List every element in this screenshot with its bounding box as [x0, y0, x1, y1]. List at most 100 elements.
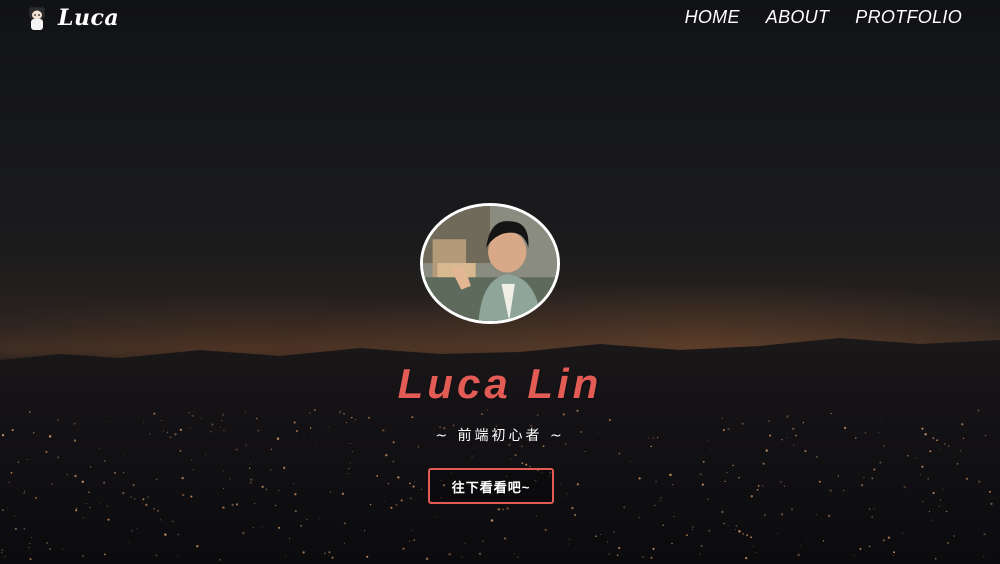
city-light — [830, 412, 832, 415]
city-light — [490, 519, 494, 522]
city-light — [797, 553, 800, 557]
city-light — [638, 516, 640, 519]
city-light — [806, 538, 808, 540]
city-light — [732, 464, 734, 467]
city-light — [502, 508, 505, 511]
city-light — [892, 554, 895, 556]
city-light — [376, 475, 379, 477]
brand-name: Luca — [58, 5, 120, 31]
city-light — [525, 463, 528, 466]
city-light — [29, 542, 31, 545]
city-light — [98, 502, 100, 504]
city-light — [155, 554, 158, 557]
city-light — [235, 448, 238, 451]
city-light — [535, 515, 537, 517]
city-light — [29, 557, 32, 561]
city-light — [735, 528, 737, 530]
city-light — [576, 483, 580, 486]
city-light — [171, 520, 174, 523]
city-light — [402, 547, 405, 550]
city-light — [355, 418, 357, 421]
city-light — [977, 409, 980, 412]
city-light — [131, 530, 133, 532]
city-light — [249, 463, 252, 465]
city-light — [366, 555, 369, 558]
city-light — [879, 461, 882, 464]
city-light — [940, 499, 942, 501]
city-light — [608, 553, 610, 555]
city-light — [860, 484, 864, 487]
city-light — [62, 548, 64, 550]
city-light — [754, 446, 755, 448]
city-light — [650, 556, 653, 559]
city-light — [762, 485, 764, 487]
city-light — [192, 468, 195, 471]
city-light — [89, 466, 92, 468]
city-light — [726, 471, 728, 474]
nav-portfolio-link[interactable]: PROTFOLIO — [855, 7, 962, 28]
city-light — [816, 514, 818, 516]
city-light — [385, 453, 388, 457]
city-light — [27, 459, 28, 461]
city-light — [786, 415, 789, 418]
city-light — [319, 518, 321, 520]
city-light — [873, 468, 876, 471]
city-light — [270, 448, 272, 450]
city-light — [448, 552, 451, 556]
city-light — [98, 447, 100, 449]
city-light — [616, 554, 619, 557]
city-light — [351, 416, 353, 419]
city-light — [902, 532, 904, 534]
city-light — [14, 527, 17, 531]
city-light — [278, 526, 281, 529]
nav-about-link[interactable]: ABOUT — [766, 7, 830, 28]
city-light — [190, 459, 192, 461]
city-light — [82, 516, 84, 518]
city-light — [945, 510, 948, 513]
city-light — [75, 507, 78, 510]
city-light — [752, 545, 754, 547]
city-light — [221, 413, 225, 416]
city-light — [417, 446, 420, 448]
city-light — [253, 502, 256, 505]
city-light — [536, 414, 539, 417]
city-light — [300, 524, 303, 527]
city-light — [953, 535, 955, 537]
city-light — [252, 526, 254, 528]
city-light — [347, 473, 349, 474]
city-light — [871, 477, 874, 480]
city-light — [269, 468, 272, 471]
city-light — [130, 496, 132, 498]
city-light — [568, 538, 571, 540]
city-light — [903, 485, 907, 489]
city-light — [289, 538, 290, 540]
scroll-down-button[interactable]: 往下看看吧~ — [428, 468, 554, 504]
city-light — [783, 485, 785, 487]
city-light — [956, 463, 959, 465]
logo-link[interactable]: Luca — [24, 4, 119, 32]
city-light — [436, 516, 438, 518]
city-light — [654, 504, 656, 507]
city-light — [710, 448, 712, 450]
city-light — [223, 487, 224, 489]
city-light — [179, 449, 182, 453]
city-light — [724, 480, 726, 483]
city-light — [863, 476, 865, 479]
city-light — [915, 457, 917, 459]
city-light — [868, 508, 871, 510]
city-light — [947, 542, 949, 544]
city-light — [164, 533, 167, 536]
nav-home-link[interactable]: HOME — [685, 7, 740, 28]
city-light — [938, 448, 940, 450]
city-light — [669, 473, 672, 477]
city-light — [88, 506, 91, 509]
city-light — [576, 409, 579, 412]
city-light — [368, 416, 370, 419]
city-light — [671, 483, 674, 486]
city-light — [804, 449, 807, 453]
city-light — [324, 552, 326, 555]
city-light — [308, 411, 311, 414]
city-light — [229, 478, 231, 480]
city-light — [23, 492, 25, 494]
city-light — [882, 539, 885, 542]
